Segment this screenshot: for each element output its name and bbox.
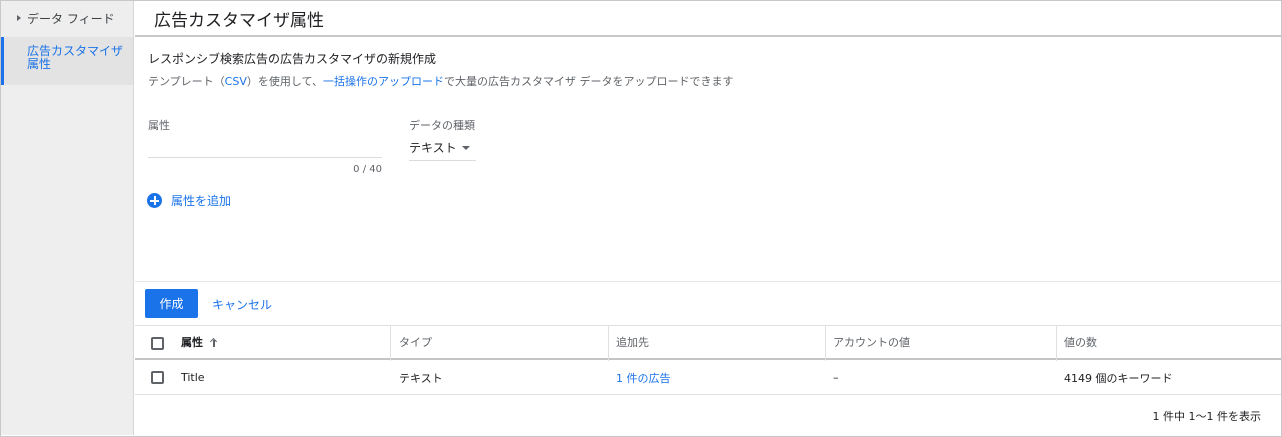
form-heading: レスポンシブ検索広告の広告カスタマイザの新規作成 [148, 52, 437, 66]
attribute-char-counter: 0 / 40 [353, 164, 382, 175]
bulk-upload-link[interactable]: 一括操作のアップロード [323, 75, 444, 88]
sidebar-item-ad-customizer-attributes[interactable]: 広告カスタマイザ 属性 [1, 37, 133, 85]
add-attribute-button[interactable]: 属性を追加 [147, 192, 231, 209]
cancel-button[interactable]: キャンセル [212, 296, 272, 313]
table-row[interactable]: Title テキスト 1 件の広告 – 4149 個のキーワード [135, 361, 1281, 395]
form-description: テンプレート（CSV）を使用して、一括操作のアップロードで大量の広告カスタマイザ… [148, 73, 734, 89]
data-type-select[interactable]: テキスト [409, 135, 476, 161]
dropdown-caret-icon [462, 146, 470, 150]
column-separator [608, 326, 609, 361]
cell-type: テキスト [399, 371, 443, 385]
row-checkbox[interactable] [151, 371, 164, 384]
form-description-text: で大量の広告カスタマイザ データをアップロードできます [444, 75, 734, 88]
sort-ascending-icon [210, 338, 218, 347]
table-header-row: 属性 タイプ 追加先 アカウントの値 値の数 [135, 325, 1281, 361]
select-all-checkbox[interactable] [151, 337, 164, 350]
create-button[interactable]: 作成 [145, 289, 198, 318]
column-separator [390, 326, 391, 361]
column-header-added-to[interactable]: 追加先 [616, 326, 649, 358]
sidebar-item-label: データ フィード [27, 11, 115, 26]
csv-template-link[interactable]: CSV [225, 75, 247, 88]
form-description-text: ）を使用して、 [246, 75, 323, 88]
column-header-label: 属性 [181, 336, 203, 349]
sidebar-item-data-feed[interactable]: データ フィード [1, 1, 133, 35]
column-header-value-count[interactable]: 値の数 [1064, 326, 1097, 358]
divider [135, 281, 1281, 282]
data-type-label: データの種類 [409, 119, 475, 132]
attribute-input[interactable] [148, 134, 382, 158]
page-title: 広告カスタマイザ属性 [154, 11, 324, 31]
attribute-field-label: 属性 [148, 119, 170, 132]
sidebar: データ フィード 広告カスタマイザ 属性 [1, 1, 134, 435]
page-header: 広告カスタマイザ属性 [135, 1, 1281, 37]
column-separator [825, 326, 826, 361]
column-header-type[interactable]: タイプ [399, 326, 432, 358]
pagination-summary: 1 件中 1～1 件を表示 [1152, 410, 1262, 423]
form-description-text: テンプレート（ [148, 75, 225, 88]
add-attribute-label: 属性を追加 [171, 194, 232, 208]
cell-account-value: – [833, 371, 839, 384]
cell-added-to-link[interactable]: 1 件の広告 [616, 361, 671, 394]
column-separator [1056, 326, 1057, 361]
sidebar-item-label-line2: 属性 [27, 57, 52, 71]
cell-value-count: 4149 個のキーワード [1064, 371, 1173, 385]
data-type-value: テキスト [409, 141, 457, 155]
cell-attribute: Title [181, 371, 205, 384]
triangle-right-icon [17, 15, 21, 21]
column-header-attribute[interactable]: 属性 [181, 326, 218, 358]
column-header-account-value[interactable]: アカウントの値 [833, 326, 910, 358]
add-circle-icon [147, 193, 162, 208]
